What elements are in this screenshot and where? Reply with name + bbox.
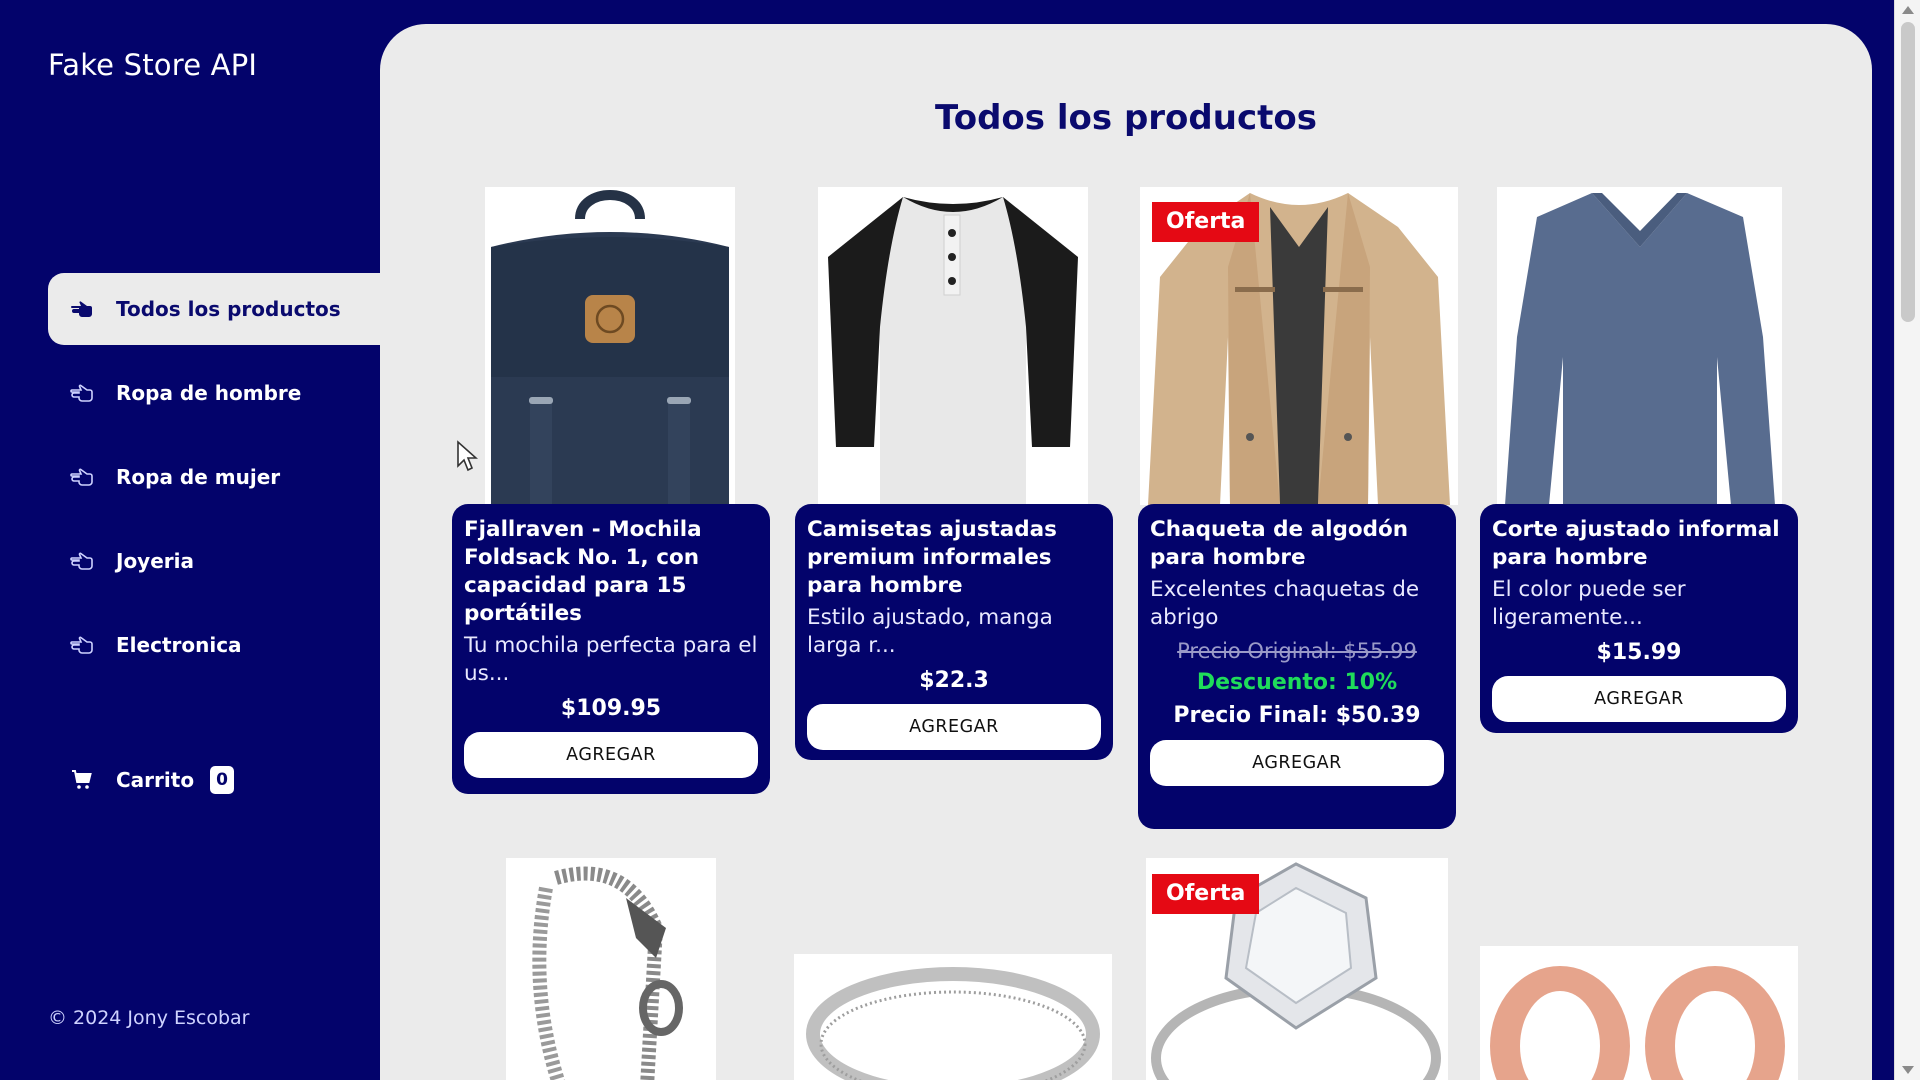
product-image-backpack[interactable] xyxy=(485,187,735,505)
pointing-hand-outline-icon xyxy=(70,381,116,405)
product-name: Chaqueta de algodón para hombre xyxy=(1150,517,1409,570)
cart-label: Carrito xyxy=(116,768,195,792)
add-to-cart-button[interactable]: AGREGAR xyxy=(807,704,1101,750)
main-panel: Todos los productos Fjallraven - Mochila… xyxy=(380,24,1872,1080)
product-info: Corte ajustado informal para hombre El c… xyxy=(1480,504,1798,733)
product-image-dragon-bracelet[interactable] xyxy=(506,858,716,1080)
scroll-down-arrow-icon[interactable] xyxy=(1902,1066,1914,1074)
cart-count-badge: 0 xyxy=(210,766,234,794)
brand-title: Fake Store API xyxy=(48,48,258,82)
product-info: Fjallraven - Mochila Foldsack No. 1, con… xyxy=(452,504,770,794)
product-image-raglan-tshirt[interactable] xyxy=(818,187,1088,505)
product-price: $22.3 xyxy=(919,668,989,693)
pointing-hand-outline-icon xyxy=(70,465,116,489)
pointing-hand-outline-icon xyxy=(70,633,116,657)
pointing-hand-outline-icon xyxy=(70,549,116,573)
add-to-cart-button[interactable]: AGREGAR xyxy=(1150,740,1444,786)
final-price: Precio Final: $50.39 xyxy=(1173,703,1421,728)
cart-icon xyxy=(70,768,116,792)
original-price: Precio Original: $55.99 xyxy=(1177,639,1417,663)
add-to-cart-button[interactable]: AGREGAR xyxy=(1492,676,1786,722)
page-title: Todos los productos xyxy=(935,98,1317,138)
scroll-up-arrow-icon[interactable] xyxy=(1902,6,1914,14)
product-description: Excelentes chaquetas de abrigo xyxy=(1150,577,1420,630)
product-description: Estilo ajustado, manga larga r... xyxy=(807,605,1053,658)
page-scrollbar[interactable] xyxy=(1894,0,1920,1080)
product-description: Tu mochila perfecta para el us... xyxy=(464,633,758,686)
product-info: Camisetas ajustadas premium informales p… xyxy=(795,504,1113,760)
product-name: Corte ajustado informal para hombre xyxy=(1492,517,1780,570)
discount-label: Descuento: 10% xyxy=(1196,670,1398,695)
sidebar-item-label: Ropa de hombre xyxy=(116,381,302,405)
sidebar-item-ropa-de-mujer[interactable]: Ropa de mujer xyxy=(48,441,380,513)
product-image-rose-gold-plugs[interactable] xyxy=(1480,946,1798,1080)
sidebar-item-label: Electronica xyxy=(116,633,242,657)
sidebar-item-ropa-de-hombre[interactable]: Ropa de hombre xyxy=(48,357,380,429)
sidebar: Fake Store API Todos los productos Ropa … xyxy=(0,0,380,1080)
product-description: El color puede ser ligeramente... xyxy=(1492,577,1686,630)
sidebar-item-joyeria[interactable]: Joyeria xyxy=(48,525,380,597)
product-image-long-sleeve-shirt[interactable] xyxy=(1497,187,1782,505)
footer-copyright: © 2024 Jony Escobar xyxy=(48,1007,250,1029)
add-to-cart-button[interactable]: AGREGAR xyxy=(464,732,758,778)
sidebar-item-label: Joyeria xyxy=(116,549,194,573)
offer-badge: Oferta xyxy=(1152,202,1260,242)
sidebar-item-label: Ropa de mujer xyxy=(116,465,281,489)
product-price: $15.99 xyxy=(1596,640,1682,665)
product-image-silver-ring[interactable] xyxy=(794,954,1112,1080)
product-info: Chaqueta de algodón para hombre Excelent… xyxy=(1138,504,1456,829)
pointing-hand-icon xyxy=(70,297,116,321)
sidebar-item-electronica[interactable]: Electronica xyxy=(48,609,380,681)
cart-link[interactable]: Carrito 0 xyxy=(48,744,380,816)
product-name: Camisetas ajustadas premium informales p… xyxy=(807,517,1057,598)
offer-badge: Oferta xyxy=(1152,874,1260,914)
mouse-cursor-icon xyxy=(456,440,479,476)
scrollbar-thumb[interactable] xyxy=(1901,22,1915,322)
product-price: $109.95 xyxy=(560,696,662,721)
sidebar-item-todos-los-productos[interactable]: Todos los productos xyxy=(48,273,380,345)
sidebar-item-label: Todos los productos xyxy=(116,297,341,321)
product-name: Fjallraven - Mochila Foldsack No. 1, con… xyxy=(464,517,702,626)
